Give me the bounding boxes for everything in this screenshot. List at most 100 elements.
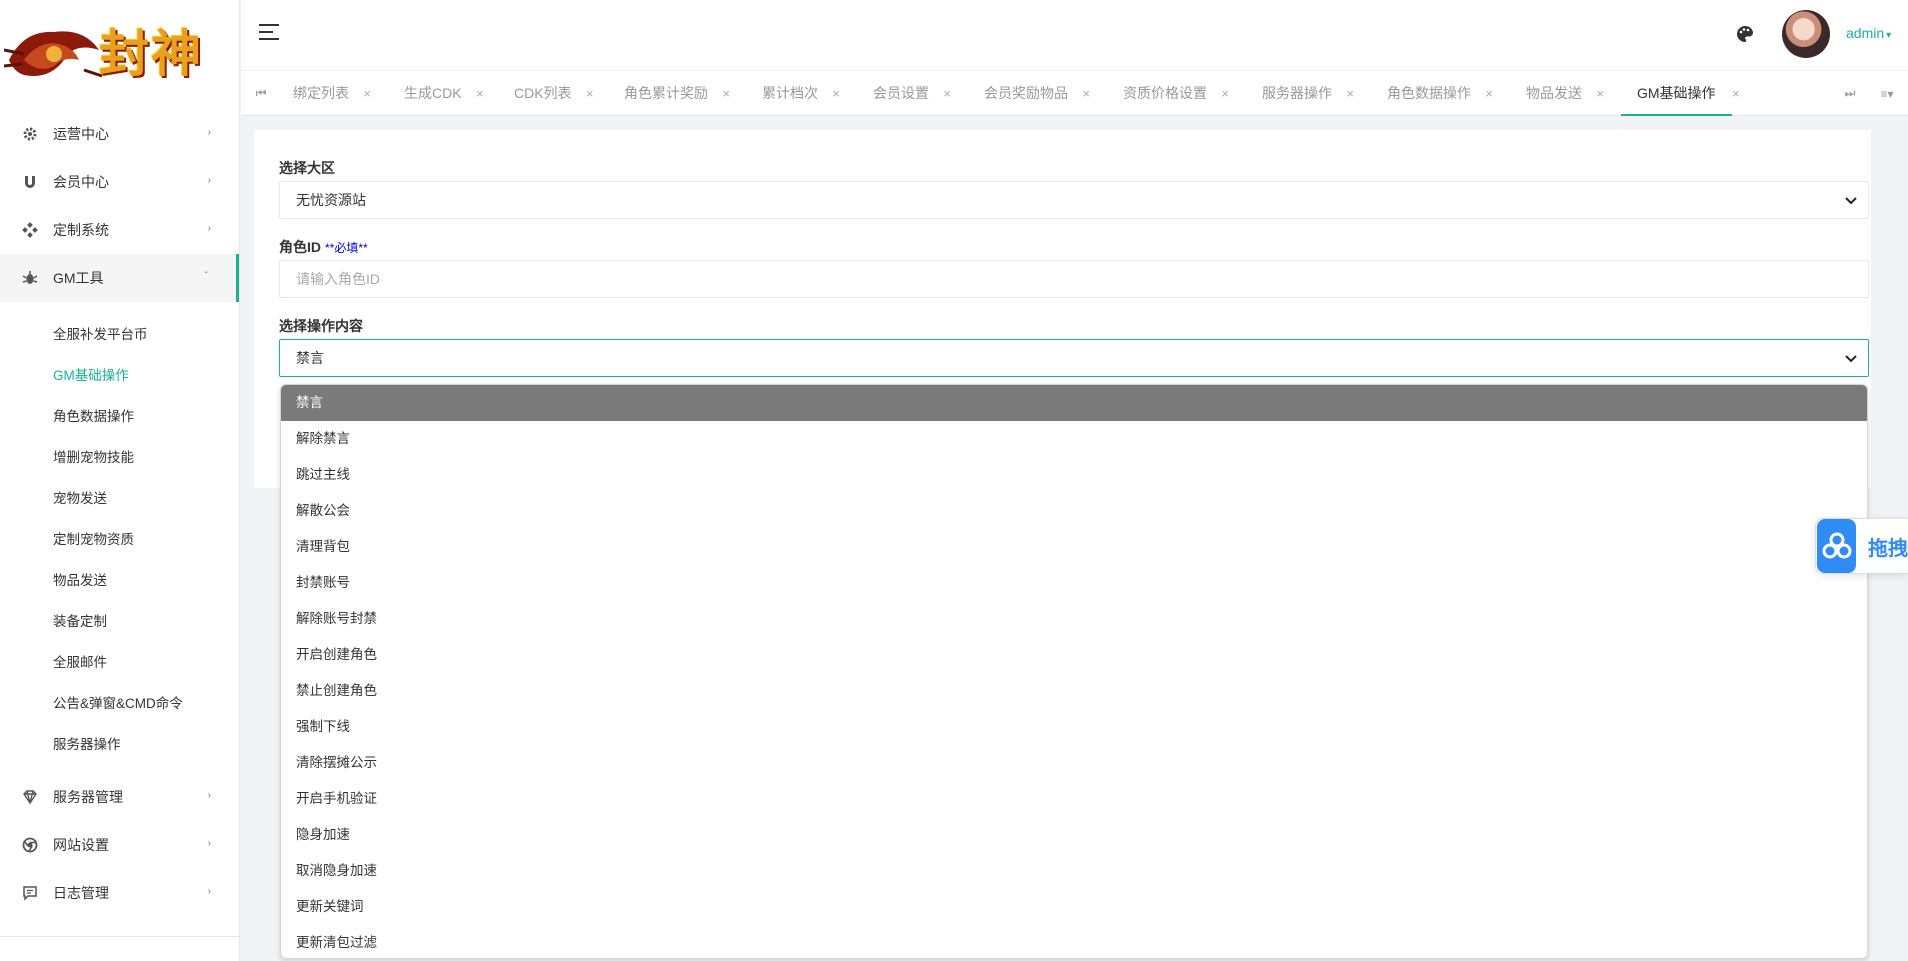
dropdown-option[interactable]: 跳过主线 xyxy=(281,457,1867,493)
dropdown-option[interactable]: 更新关键词 xyxy=(281,889,1867,925)
tab-item[interactable]: 物品发送 × xyxy=(1526,71,1604,116)
dropdown-option[interactable]: 解除账号封禁 xyxy=(281,601,1867,637)
chevron-right-icon: › xyxy=(207,223,211,234)
dropdown-option[interactable]: 清除摆摊公示 xyxy=(281,745,1867,781)
operation-select-value: 禁言 xyxy=(296,350,324,366)
close-icon[interactable]: × xyxy=(1732,71,1740,116)
sidebar: 封神 运营中心 › 会员中心 › 定制系统 › GM工具 ˇ 全服补发平台币 G… xyxy=(0,0,240,961)
tab-item[interactable]: 会员奖励物品 × xyxy=(984,71,1090,116)
logo-box: 封神 xyxy=(4,6,236,94)
sidebar-divider xyxy=(0,936,240,937)
tab-item[interactable]: 会员设置 × xyxy=(873,71,951,116)
close-icon[interactable]: × xyxy=(476,71,484,116)
gm-submenu: 全服补发平台币 GM基础操作 角色数据操作 增删宠物技能 宠物发送 定制宠物资质… xyxy=(0,302,239,773)
user-menu[interactable]: admin ▾ xyxy=(1846,25,1891,41)
close-icon[interactable]: × xyxy=(363,71,371,116)
dropdown-option[interactable]: 开启创建角色 xyxy=(281,637,1867,673)
widget-label: 拖拽 xyxy=(1868,537,1908,560)
role-id-input[interactable]: 请输入角色ID xyxy=(279,260,1869,298)
tab-label: 累计档次 xyxy=(762,85,818,101)
caret-down-icon: ▾ xyxy=(1886,30,1892,41)
chevron-down-icon xyxy=(1845,197,1857,205)
operation-dropdown: 禁言 解除禁言 跳过主线 解散公会 清理背包 封禁账号 解除账号封禁 开启创建角… xyxy=(280,384,1868,959)
chevron-right-icon: › xyxy=(207,790,211,801)
tab-item-active[interactable]: GM基础操作 × xyxy=(1621,71,1740,116)
sidebar-menu: 运营中心 › 会员中心 › 定制系统 › GM工具 ˇ xyxy=(0,110,239,302)
close-icon[interactable]: × xyxy=(1082,71,1090,116)
tab-item[interactable]: 资质价格设置 × xyxy=(1123,71,1229,116)
tab-item[interactable]: 角色累计奖励 × xyxy=(624,71,730,116)
close-icon[interactable]: × xyxy=(1596,71,1604,116)
sidebar-subitem[interactable]: 公告&弹窗&CMD命令 xyxy=(0,683,239,724)
tab-label: 服务器操作 xyxy=(1262,85,1332,101)
palette-icon[interactable] xyxy=(1735,24,1755,44)
diamond-grid-icon xyxy=(22,222,38,238)
sidebar-item-label: 会员中心 xyxy=(53,174,109,190)
sidebar-subitem[interactable]: 宠物发送 xyxy=(0,478,239,519)
sidebar-item-members[interactable]: 会员中心 › xyxy=(0,158,239,206)
dropdown-option[interactable]: 取消隐身加速 xyxy=(281,853,1867,889)
dropdown-option[interactable]: 禁止创建角色 xyxy=(281,673,1867,709)
sidebar-item-server-management[interactable]: 服务器管理 › xyxy=(0,773,239,821)
close-icon[interactable]: × xyxy=(1346,71,1354,116)
dropdown-option[interactable]: 解散公会 xyxy=(281,493,1867,529)
tab-item[interactable]: 绑定列表 × xyxy=(293,71,371,116)
menu-toggle-icon[interactable] xyxy=(259,24,279,40)
tab-label: GM基础操作 xyxy=(1637,85,1716,101)
logo-text: 封神 xyxy=(99,24,203,83)
chevron-right-icon: › xyxy=(207,838,211,849)
dropdown-option-selected[interactable]: 禁言 xyxy=(281,385,1867,421)
sidebar-item-site-settings[interactable]: 网站设置 › xyxy=(0,821,239,869)
sidebar-item-operations[interactable]: 运营中心 › xyxy=(0,110,239,158)
close-icon[interactable]: × xyxy=(722,71,730,116)
sidebar-item-custom-system[interactable]: 定制系统 › xyxy=(0,206,239,254)
tab-item[interactable]: 角色数据操作 × xyxy=(1387,71,1493,116)
sidebar-subitem-active[interactable]: GM基础操作 xyxy=(0,355,239,396)
sidebar-subitem[interactable]: 定制宠物资质 xyxy=(0,519,239,560)
sidebar-item-log-management[interactable]: 日志管理 › xyxy=(0,869,239,917)
close-icon[interactable]: × xyxy=(1485,71,1493,116)
sidebar-subitem[interactable]: 全服补发平台币 xyxy=(0,314,239,355)
tab-item[interactable]: 累计档次 × xyxy=(762,71,840,116)
tab-label: 会员奖励物品 xyxy=(984,85,1068,101)
close-icon[interactable]: × xyxy=(1221,71,1229,116)
avatar[interactable] xyxy=(1782,10,1830,58)
sidebar-item-label: GM工具 xyxy=(53,270,104,286)
sidebar-item-gm-tools[interactable]: GM工具 ˇ xyxy=(0,254,239,302)
tab-label: 生成CDK xyxy=(404,85,462,101)
dropdown-option[interactable]: 解除禁言 xyxy=(281,421,1867,457)
top-header: admin ▾ xyxy=(241,0,1908,70)
dropdown-option[interactable]: 隐身加速 xyxy=(281,817,1867,853)
tab-label: CDK列表 xyxy=(514,85,572,101)
tab-item[interactable]: CDK列表 × xyxy=(514,71,594,116)
chevron-right-icon: › xyxy=(207,127,211,138)
sidebar-subitem[interactable]: 装备定制 xyxy=(0,601,239,642)
sidebar-item-label: 日志管理 xyxy=(53,885,109,901)
sidebar-item-label: 服务器管理 xyxy=(53,789,123,805)
tabs-menu-icon[interactable]: ≡▾ xyxy=(1867,71,1907,116)
close-icon[interactable]: × xyxy=(832,71,840,116)
chevron-right-icon: › xyxy=(207,175,211,186)
tab-item[interactable]: 生成CDK × xyxy=(404,71,484,116)
dropdown-option[interactable]: 强制下线 xyxy=(281,709,1867,745)
close-icon[interactable]: × xyxy=(586,71,594,116)
close-icon[interactable]: × xyxy=(943,71,951,116)
sidebar-subitem[interactable]: 全服邮件 xyxy=(0,642,239,683)
sidebar-subitem[interactable]: 角色数据操作 xyxy=(0,396,239,437)
tab-bar: ⏮ 绑定列表 × 生成CDK × CDK列表 × 角色累计奖励 × 累计档次 × 会员设置… xyxy=(241,70,1908,116)
logo[interactable]: 封神 xyxy=(0,0,239,100)
operation-select[interactable]: 禁言 xyxy=(279,339,1869,377)
tabs-scroll-left-icon[interactable]: ⏮ xyxy=(241,71,281,116)
sidebar-subitem[interactable]: 物品发送 xyxy=(0,560,239,601)
dropdown-option[interactable]: 开启手机验证 xyxy=(281,781,1867,817)
region-select[interactable]: 无忧资源站 xyxy=(279,181,1869,219)
dropdown-option[interactable]: 清理背包 xyxy=(281,529,1867,565)
dropdown-option[interactable]: 更新清包过滤 xyxy=(281,925,1867,958)
region-label: 选择大区 xyxy=(279,160,335,176)
sidebar-subitem[interactable]: 增删宠物技能 xyxy=(0,437,239,478)
baidu-netdisk-widget[interactable]: 拖拽 xyxy=(1815,518,1908,574)
dropdown-option[interactable]: 封禁账号 xyxy=(281,565,1867,601)
sidebar-subitem[interactable]: 服务器操作 xyxy=(0,724,239,765)
tab-item[interactable]: 服务器操作 × xyxy=(1262,71,1354,116)
tabs-scroll-right-icon[interactable]: ⏭ xyxy=(1830,71,1870,116)
